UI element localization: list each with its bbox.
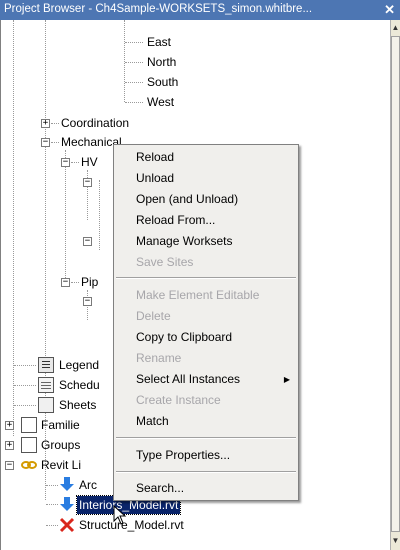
expand-toggle[interactable]: +	[5, 421, 14, 430]
menu-item-create-instance: Create Instance	[136, 393, 221, 407]
tree-item-link-architecture[interactable]: Arc	[79, 475, 97, 495]
collapse-toggle[interactable]: −	[83, 297, 92, 306]
menu-separator	[116, 277, 296, 279]
menu-item-reload[interactable]: Reload	[114, 147, 298, 168]
tree-item-sheets[interactable]: Sheets	[59, 395, 96, 415]
tree-item-piping[interactable]: Pip	[81, 272, 98, 292]
down-arrow-icon	[60, 477, 74, 491]
menu-separator	[116, 471, 296, 473]
tree-line	[65, 150, 66, 280]
menu-item-manage-worksets[interactable]: Manage Worksets	[114, 231, 298, 252]
submenu-arrow-icon: ▶	[283, 375, 290, 384]
error-x-icon	[59, 517, 75, 533]
menu-item-match[interactable]: Match	[114, 411, 298, 432]
tree-item-hvac[interactable]: HV	[81, 152, 98, 172]
mouse-cursor-icon	[113, 505, 127, 525]
tree-line	[13, 20, 14, 436]
down-arrow-icon	[60, 497, 74, 511]
scroll-up-icon[interactable]: ▲	[391, 21, 400, 35]
collapse-toggle[interactable]: −	[83, 178, 92, 187]
title-bar: Project Browser - Ch4Sample-WORKSETS_sim…	[0, 0, 400, 20]
collapse-toggle[interactable]: −	[41, 138, 50, 147]
expand-toggle[interactable]: +	[5, 441, 14, 450]
tree-item-schedules[interactable]: Schedu	[59, 375, 100, 395]
expand-toggle[interactable]: +	[41, 119, 50, 128]
tree-item-legends[interactable]: Legend	[59, 355, 99, 375]
menu-item-make-element-editable: Make Element Editable	[136, 288, 260, 302]
family-icon	[21, 417, 37, 433]
tree-item-north[interactable]: North	[147, 52, 176, 72]
legend-icon	[38, 357, 54, 373]
tree-item-link-structure[interactable]: Structure_Model.rvt	[79, 515, 184, 535]
sheet-icon	[38, 397, 54, 413]
menu-item-unload[interactable]: Unload	[114, 168, 298, 189]
tree-line	[99, 180, 100, 250]
scroll-down-icon[interactable]: ▼	[391, 534, 400, 548]
close-icon[interactable]: ✕	[384, 2, 395, 18]
group-icon	[21, 437, 37, 453]
scrollbar-thumb[interactable]	[391, 36, 400, 532]
tree-item-groups[interactable]: Groups	[41, 435, 80, 455]
collapse-toggle[interactable]: −	[61, 158, 70, 167]
menu-item-type-properties[interactable]: Type Properties...	[114, 445, 298, 466]
tree-item-coordination[interactable]: Coordination	[61, 113, 129, 133]
schedule-icon	[38, 377, 54, 393]
tree-item-west[interactable]: West	[147, 92, 174, 112]
menu-item-search[interactable]: Search...	[114, 478, 298, 499]
revit-link-icon	[21, 461, 37, 469]
collapse-toggle[interactable]: −	[5, 461, 14, 470]
collapse-toggle[interactable]: −	[61, 278, 70, 287]
menu-item-label: Select All Instances	[136, 372, 241, 386]
tree-item-south[interactable]: South	[147, 72, 178, 92]
menu-item-open-and-unload[interactable]: Open (and Unload)	[114, 189, 298, 210]
menu-item-rename: Rename	[136, 351, 182, 365]
menu-separator	[116, 437, 296, 439]
context-menu: Reload Unload Open (and Unload) Reload F…	[113, 144, 299, 501]
tree-line	[124, 20, 125, 102]
menu-item-delete: Delete	[136, 309, 171, 323]
menu-item-copy-to-clipboard[interactable]: Copy to Clipboard	[114, 327, 298, 348]
tree-item-revit-links[interactable]: Revit Li	[41, 455, 81, 475]
tree-item-families[interactable]: Familie	[41, 415, 80, 435]
tree-item-east[interactable]: East	[147, 32, 171, 52]
menu-item-save-sites: Save Sites	[136, 255, 194, 269]
window-title: Project Browser - Ch4Sample-WORKSETS_sim…	[4, 3, 313, 15]
menu-item-select-all-instances[interactable]: Select All Instances ▶	[114, 369, 298, 390]
collapse-toggle[interactable]: −	[83, 237, 92, 246]
vertical-scrollbar[interactable]: ▲ ▼	[390, 20, 400, 550]
menu-item-reload-from[interactable]: Reload From...	[114, 210, 298, 231]
